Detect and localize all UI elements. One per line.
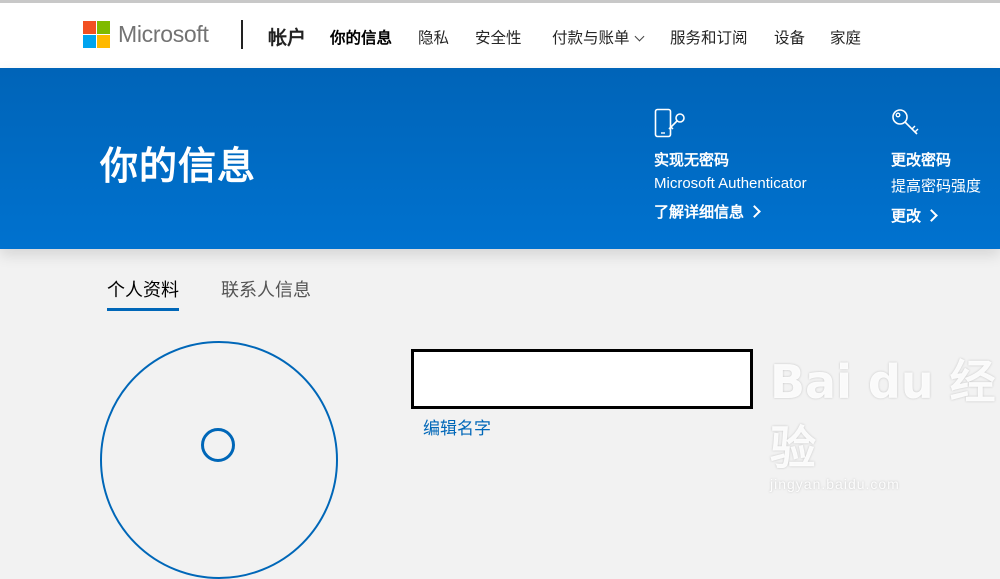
watermark-brand: Bai du 经验 xyxy=(770,355,996,475)
microsoft-logo-icon xyxy=(83,21,110,48)
profile-tabs: 个人资料 联系人信息 xyxy=(107,276,353,311)
nav-your-info[interactable]: 你的信息 xyxy=(330,26,392,48)
account-title[interactable]: 帐户 xyxy=(268,23,306,50)
person-icon xyxy=(201,428,235,462)
hero-banner: 你的信息 实现无密码 Microsoft Authenticator 了解详细信… xyxy=(0,68,1000,249)
tab-contact-info[interactable]: 联系人信息 xyxy=(221,276,311,311)
key-icon xyxy=(892,109,919,135)
page-title: 你的信息 xyxy=(100,146,257,188)
nav-devices[interactable]: 设备 xyxy=(774,26,805,48)
promo-change-password: 更改密码 提高密码强度 更改 xyxy=(891,108,981,226)
promo-subtitle: 提高密码强度 xyxy=(891,178,982,195)
chevron-down-icon xyxy=(634,31,644,42)
change-password-link[interactable]: 更改 xyxy=(891,205,981,226)
promo-title: 实现无密码 xyxy=(654,152,730,169)
nav-services-subscriptions[interactable]: 服务和订阅 xyxy=(670,26,748,48)
learn-more-label: 了解详细信息 xyxy=(654,204,745,221)
nav-privacy[interactable]: 隐私 xyxy=(418,26,449,48)
promo-title: 更改密码 xyxy=(891,152,952,169)
nav-security[interactable]: 安全性 xyxy=(475,26,522,48)
baidu-watermark: Bai du 经验 jingyan.baidu.com xyxy=(770,346,1000,492)
learn-more-link[interactable]: 了解详细信息 xyxy=(654,201,807,222)
phone-key-icon xyxy=(654,108,685,138)
promo-passwordless: 实现无密码 Microsoft Authenticator 了解详细信息 xyxy=(654,108,807,222)
logo-text: Microsoft xyxy=(118,21,209,47)
microsoft-logo[interactable]: Microsoft xyxy=(83,21,209,48)
header-divider xyxy=(241,20,243,49)
nav-payment-billing-label: 付款与账单 xyxy=(552,30,630,47)
promo-subtitle: Microsoft Authenticator xyxy=(654,175,807,192)
change-label: 更改 xyxy=(891,208,922,225)
chevron-right-icon xyxy=(748,205,761,218)
chevron-right-icon xyxy=(925,209,938,222)
edit-name-link[interactable]: 编辑名字 xyxy=(423,414,491,439)
watermark-url: jingyan.baidu.com xyxy=(770,476,900,492)
tab-profile[interactable]: 个人资料 xyxy=(107,276,179,311)
nav-payment-billing[interactable]: 付款与账单 xyxy=(552,26,644,48)
display-name-redacted xyxy=(411,349,753,409)
site-header: Microsoft 帐户 你的信息 隐私 安全性 付款与账单 服务和订阅 设备 … xyxy=(0,3,1000,68)
nav-family[interactable]: 家庭 xyxy=(830,26,861,48)
